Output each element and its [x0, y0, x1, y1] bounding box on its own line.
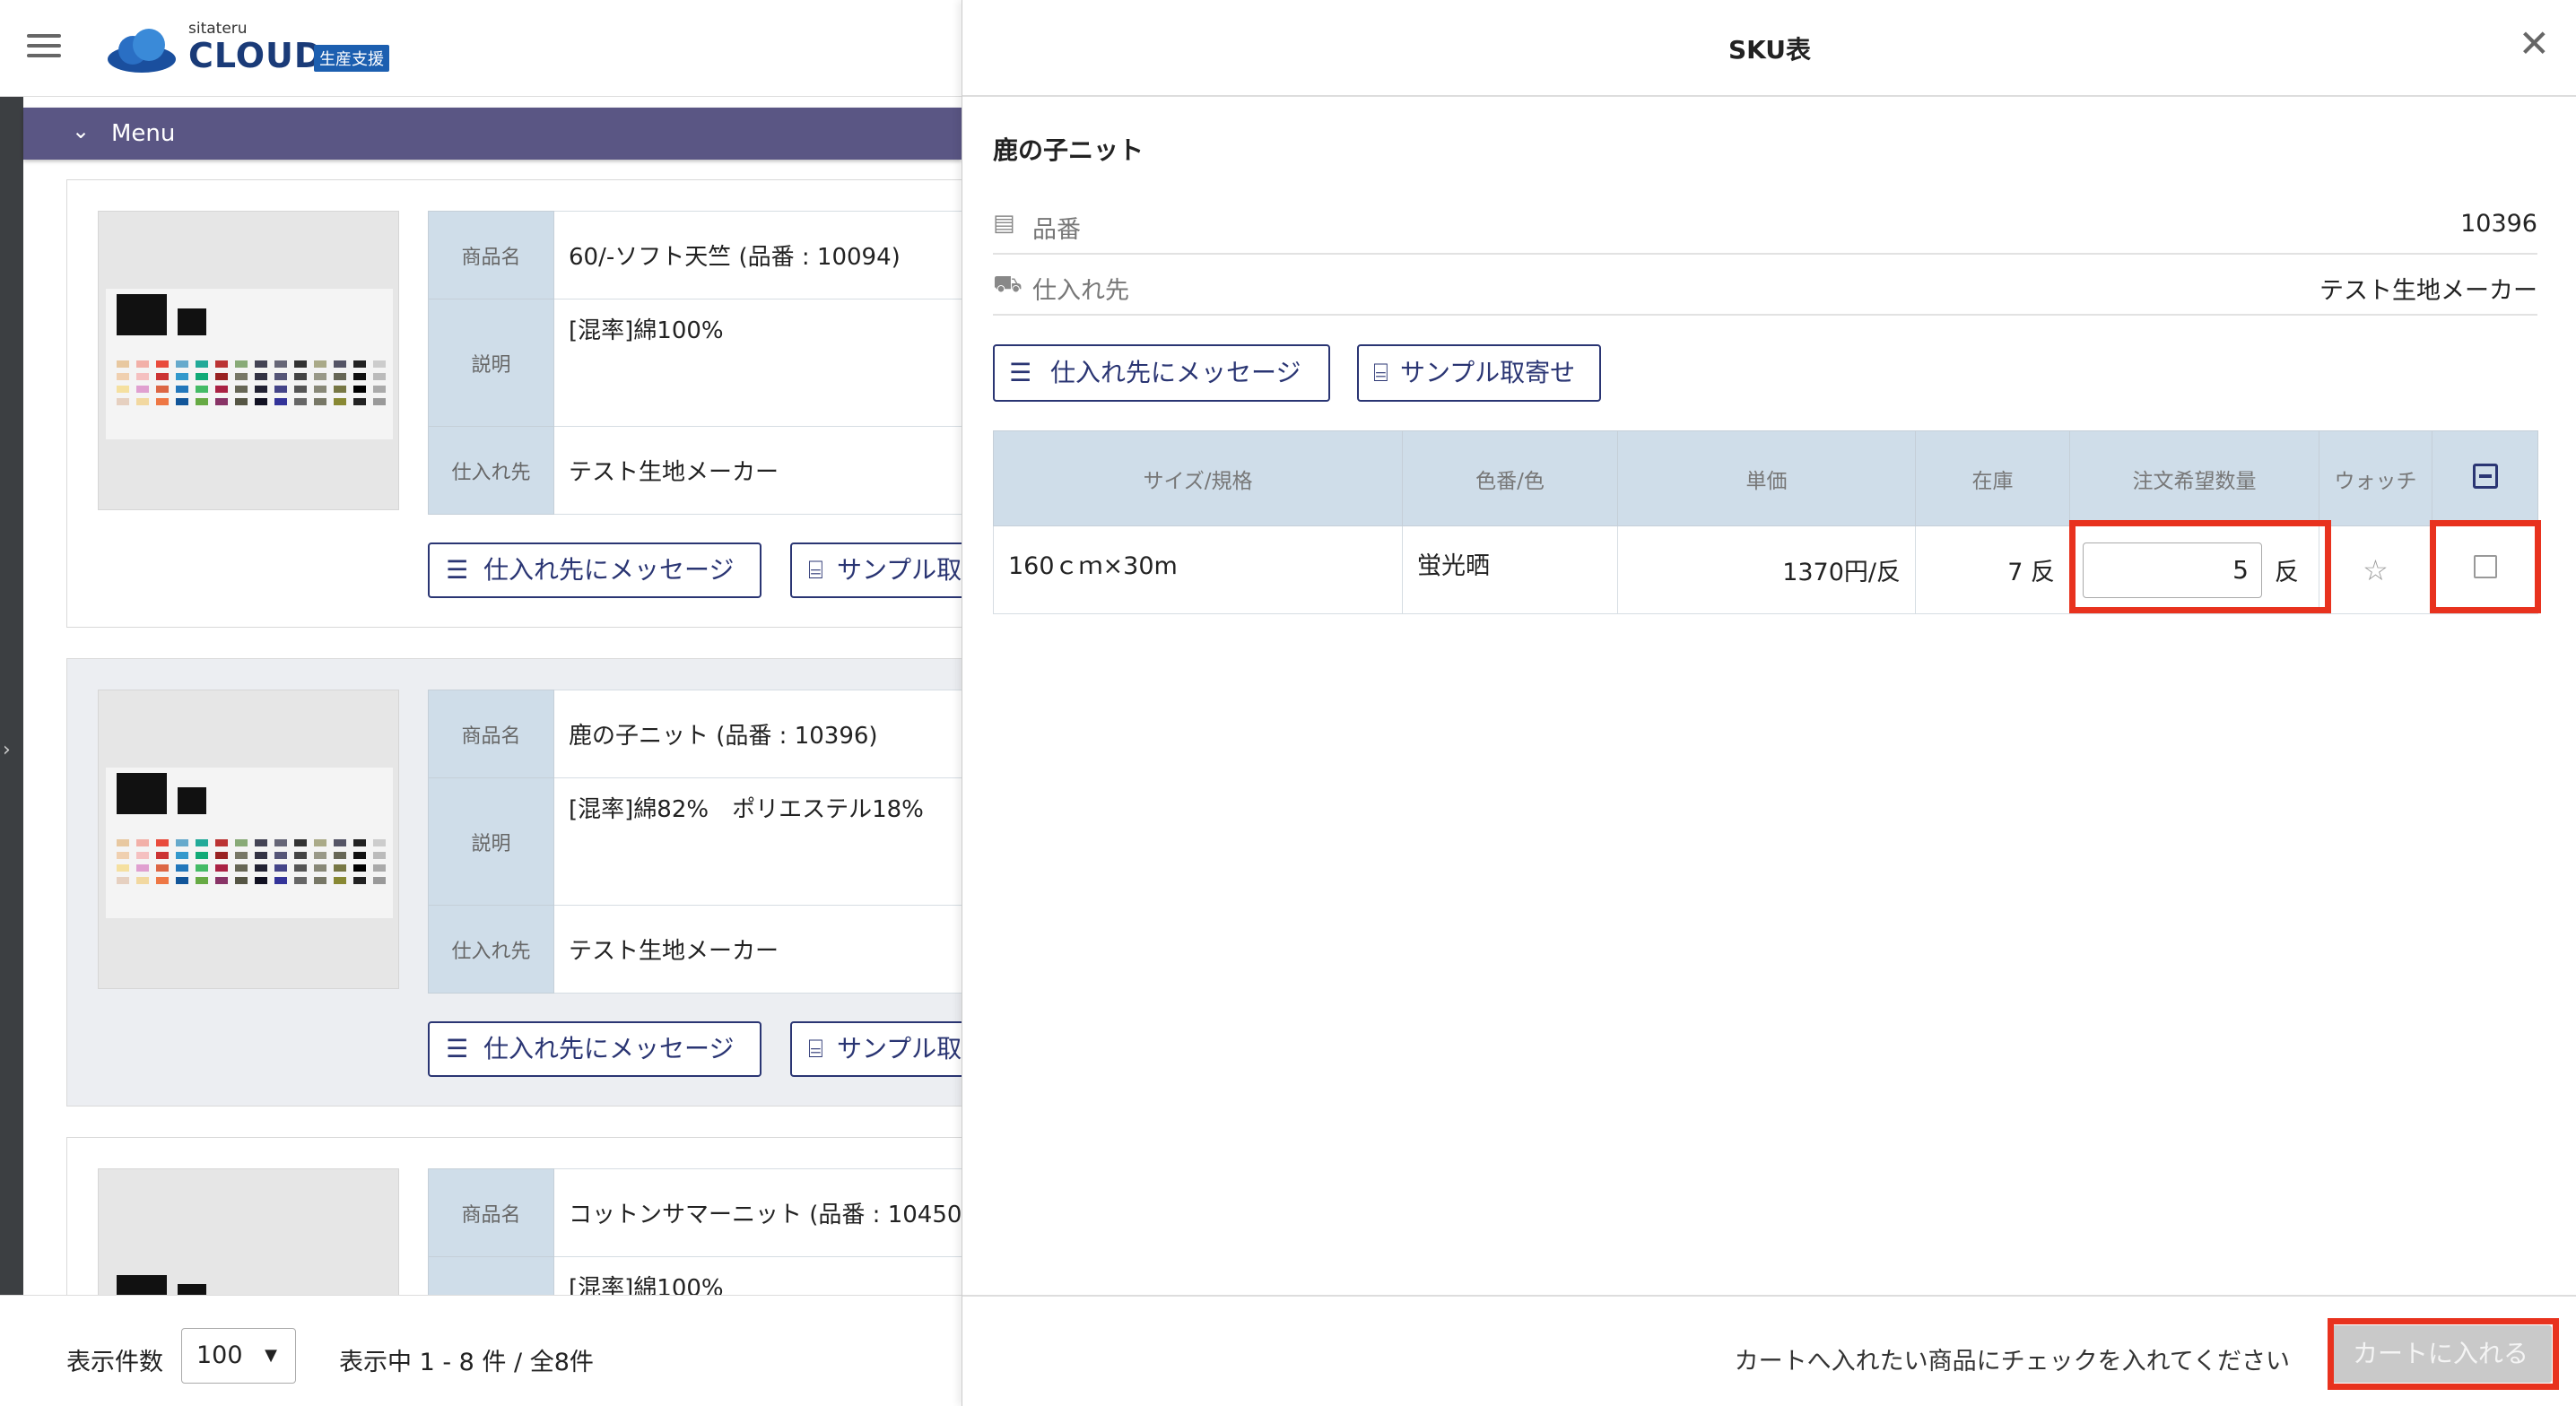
request-sample-button[interactable]: ⌸ サンプル取 [790, 542, 962, 598]
label-product-name: 商品名 [428, 690, 554, 778]
truck-icon: ⛟ [993, 271, 1023, 298]
product-image[interactable] [98, 690, 399, 989]
quantity-input[interactable]: 5 [2083, 542, 2262, 598]
col-watch: ウォッチ [2319, 430, 2432, 526]
cell-select [2432, 525, 2538, 614]
product-description: [混率]綿82% ポリエステル18% [553, 777, 962, 906]
sku-dialog: SKU表 ✕ 鹿の子ニット ▤ 品番 10396 ⛟ 仕入れ先 テスト生地メーカ… [962, 0, 2576, 1406]
request-sample-button[interactable]: ⌸ サンプル取寄せ [1357, 344, 1601, 402]
spool-icon: ⌸ [808, 1034, 823, 1063]
dialog-footer: カートへ入れたい商品にチェックを入れてください カートに入れる [962, 1295, 2576, 1406]
spool-icon: ⌸ [808, 555, 823, 585]
side-rail[interactable]: › [0, 97, 23, 1406]
label-description: 説明 [428, 777, 554, 906]
cell-quantity: 5反 [2069, 525, 2319, 614]
label-product-name: 商品名 [428, 1168, 554, 1257]
result-range-text: 表示中 1 - 8 件 / 全8件 [339, 1349, 594, 1376]
dialog-title: SKU表 [1727, 35, 1812, 65]
label-supplier: 仕入れ先 [428, 426, 554, 515]
close-icon[interactable]: ✕ [2519, 25, 2550, 63]
request-sample-button[interactable]: ⌸ サンプル取 [790, 1021, 962, 1077]
hamburger-icon[interactable] [27, 34, 61, 61]
chevron-right-icon[interactable]: › [3, 739, 11, 761]
product-supplier: テスト生地メーカー [553, 905, 962, 994]
per-page-select[interactable]: 100 ▼ [181, 1328, 296, 1384]
product-list-pane: sitateru CLOUD 生産支援 › ⌄ Menu 商品名 60/-ソフト… [0, 0, 962, 1406]
add-to-cart-button[interactable]: カートに入れる [2329, 1325, 2552, 1383]
product-card[interactable]: 商品名 60/-ソフト天竺 (品番 : 10094) 説明 [混率]綿100% 仕入… [66, 179, 962, 628]
product-name: コットンサマーニット (品番 : 10450 [553, 1168, 962, 1257]
product-description: [混率]綿100% [553, 299, 962, 427]
message-supplier-button[interactable]: ☰ 仕入れ先にメッセージ [428, 542, 761, 598]
col-size: サイズ/規格 [993, 430, 1403, 526]
quantity-unit: 反 [2275, 559, 2299, 586]
logo-text: CLOUD [188, 36, 324, 75]
product-name: 鹿の子ニット (品番 : 10396) [553, 690, 962, 778]
product-supplier: テスト生地メーカー [553, 426, 962, 515]
col-stock: 在庫 [1915, 430, 2070, 526]
menu-label: Menu [111, 120, 176, 147]
supplier-row: ⛟ 仕入れ先 テスト生地メーカー [993, 255, 2537, 316]
part-number-label: 品番 [1032, 216, 1081, 244]
cloud-logo-icon [108, 29, 176, 73]
cell-watch: ☆ [2319, 525, 2432, 614]
menu-bar[interactable]: ⌄ Menu [23, 108, 962, 160]
product-card-active[interactable]: 商品名 鹿の子ニット (品番 : 10396) 説明 [混率]綿82% ポリエステル… [66, 658, 962, 1107]
sku-table-header: サイズ/規格 色番/色 単価 在庫 注文希望数量 ウォッチ [993, 430, 2538, 526]
spool-icon: ⌸ [1373, 358, 1388, 387]
cell-price: 1370円/反 [1617, 525, 1916, 614]
message-supplier-button[interactable]: ☰ 仕入れ先にメッセージ [993, 344, 1330, 402]
col-select-all [2432, 430, 2538, 526]
caret-down-icon: ▼ [265, 1346, 277, 1365]
col-quantity: 注文希望数量 [2069, 430, 2319, 526]
pagination-footer: 表示件数 100 ▼ 表示中 1 - 8 件 / 全8件 [0, 1295, 962, 1406]
cell-stock: 7 反 [1915, 525, 2070, 614]
star-icon[interactable]: ☆ [2363, 553, 2389, 587]
app-header: sitateru CLOUD 生産支援 [0, 0, 962, 97]
chat-icon: ☰ [1009, 358, 1032, 387]
part-number-row: ▤ 品番 10396 [993, 194, 2537, 255]
label-supplier: 仕入れ先 [428, 905, 554, 994]
chat-icon: ☰ [446, 1034, 469, 1063]
supplier-label: 仕入れ先 [1032, 277, 1129, 305]
label-description: 説明 [428, 299, 554, 427]
dialog-header: SKU表 ✕ [962, 0, 2576, 97]
col-color: 色番/色 [1402, 430, 1618, 526]
supplier-value: テスト生地メーカー [2319, 277, 2537, 305]
logo[interactable]: sitateru CLOUD 生産支援 [106, 20, 411, 77]
part-number-value: 10396 [2460, 210, 2537, 238]
chat-icon: ☰ [446, 555, 469, 585]
message-supplier-button[interactable]: ☰ 仕入れ先にメッセージ [428, 1021, 761, 1077]
logo-badge: 生産支援 [314, 45, 389, 72]
cell-color: 蛍光晒 [1402, 525, 1618, 614]
chevron-down-icon: ⌄ [72, 118, 91, 143]
cell-size: 160ｃｍ×30m [993, 525, 1403, 614]
deselect-all-checkbox[interactable] [2472, 463, 2498, 489]
product-image[interactable] [98, 211, 399, 510]
document-icon: ▤ [993, 210, 1015, 237]
product-info-table: 商品名 鹿の子ニット (品番 : 10396) 説明 [混率]綿82% ポリエステル… [428, 690, 962, 994]
label-product-name: 商品名 [428, 211, 554, 299]
cart-hint-text: カートへ入れたい商品にチェックを入れてください [1734, 1348, 2290, 1376]
product-name: 60/-ソフト天竺 (品番 : 10094) [553, 211, 962, 299]
sku-table: サイズ/規格 色番/色 単価 在庫 注文希望数量 ウォッチ 160ｃｍ×30m … [993, 430, 2538, 614]
product-info-table: 商品名 60/-ソフト天竺 (品番 : 10094) 説明 [混率]綿100% 仕入… [428, 211, 962, 515]
dialog-product-name: 鹿の子ニット [993, 135, 1144, 165]
logo-subtext: sitateru [188, 20, 248, 38]
per-page-label: 表示件数 [66, 1349, 163, 1376]
table-row: 160ｃｍ×30m 蛍光晒 1370円/反 7 反 5反 ☆ [993, 525, 2538, 614]
col-price: 単価 [1617, 430, 1916, 526]
row-checkbox[interactable] [2473, 555, 2497, 578]
